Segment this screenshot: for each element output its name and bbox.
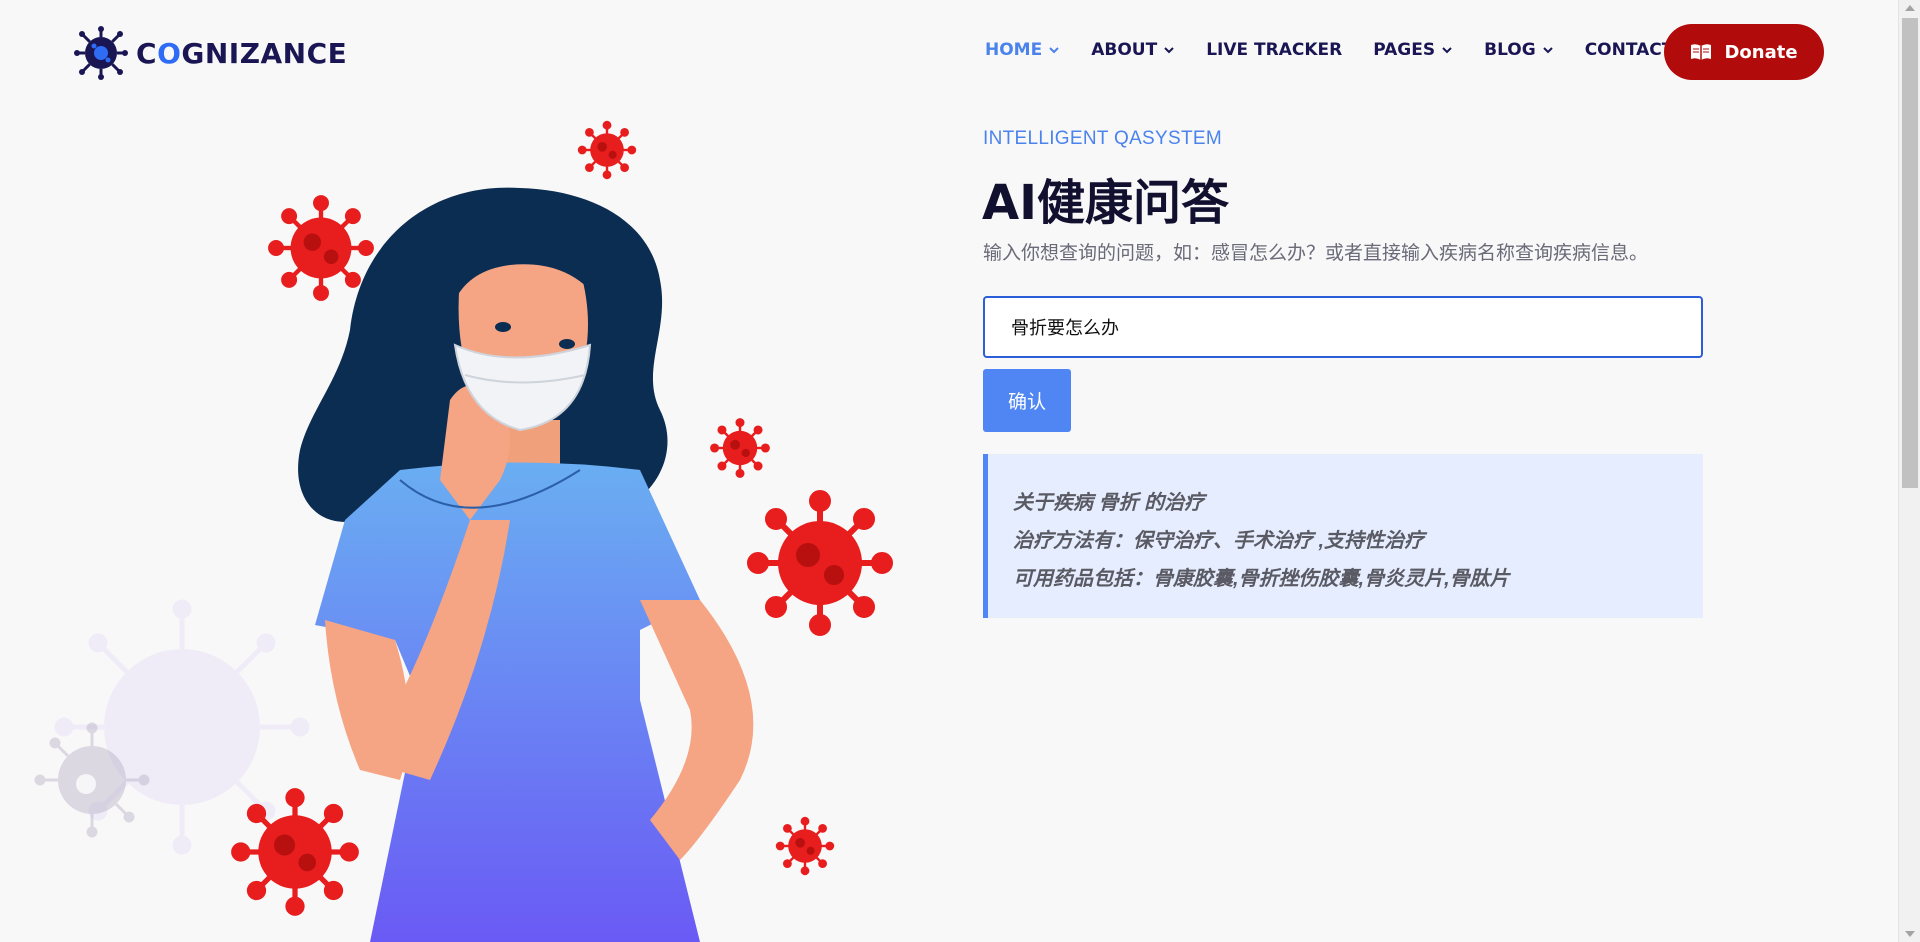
donate-label: Donate	[1724, 41, 1798, 63]
page-scrollbar[interactable]	[1898, 0, 1920, 942]
nav-about[interactable]: ABOUT	[1091, 40, 1175, 60]
scroll-down-icon[interactable]	[1905, 931, 1915, 937]
red-virus-5	[231, 788, 359, 916]
nav-live-tracker[interactable]: LIVE TRACKER	[1206, 40, 1342, 60]
nav-pages-label: PAGES	[1373, 40, 1436, 60]
brand-logo[interactable]: COGNIZANCE	[74, 26, 347, 80]
nav-contact[interactable]: CONTACT	[1585, 40, 1674, 60]
nav-contact-label: CONTACT	[1584, 40, 1674, 60]
chevron-down-icon	[1164, 47, 1174, 54]
answer-line: 关于疾病 骨折 的治疗	[1013, 492, 1205, 514]
red-virus-3	[710, 418, 770, 478]
hero-description: 输入你想查询的问题，如：感冒怎么办？或者直接输入疾病名称查询疾病信息。	[983, 243, 1649, 264]
confirm-button[interactable]: 确认	[983, 369, 1071, 432]
answer-line: 治疗方法有：保守治疗、手术治疗 ,支持性治疗	[1013, 530, 1425, 552]
scroll-up-icon[interactable]	[1905, 5, 1915, 11]
page-title: AI健康问答	[982, 175, 1230, 231]
brand-name: COGNIZANCE	[136, 36, 348, 70]
page: COGNIZANCE HOME ABOUT LIVE TRACKER PAGES…	[0, 0, 1898, 942]
hero-illustration	[34, 120, 893, 942]
nav-home[interactable]: HOME	[985, 40, 1060, 60]
question-input[interactable]	[983, 296, 1703, 358]
nav-blog-label: BLOG	[1484, 40, 1536, 60]
red-virus-4	[747, 490, 893, 636]
main-nav: HOME ABOUT LIVE TRACKER PAGES BLOG CONTA…	[985, 40, 1704, 60]
virus-logo-icon	[74, 26, 128, 80]
woman-figure	[298, 187, 754, 942]
answer-panel: 关于疾病 骨折 的治疗 治疗方法有：保守治疗、手术治疗 ,支持性治疗 可用药品包…	[983, 454, 1703, 618]
red-virus-6	[775, 816, 835, 876]
scrollbar-thumb[interactable]	[1902, 18, 1918, 488]
book-open-icon	[1691, 44, 1712, 60]
donate-button[interactable]: Donate	[1664, 24, 1824, 80]
nav-live-tracker-label: LIVE TRACKER	[1206, 40, 1343, 60]
red-virus-1	[577, 120, 637, 180]
nav-blog[interactable]: BLOG	[1484, 40, 1554, 60]
nav-pages[interactable]: PAGES	[1373, 40, 1453, 60]
chevron-down-icon	[1442, 47, 1452, 54]
chevron-down-icon	[1542, 47, 1553, 54]
answer-line: 可用药品包括：骨康胶囊,骨折挫伤胶囊,骨炎灵片,骨肽片	[1013, 568, 1510, 590]
red-virus-2	[268, 195, 374, 301]
chevron-down-icon	[1049, 47, 1059, 54]
nav-about-label: ABOUT	[1091, 40, 1158, 60]
hero-subtitle: INTELLIGENT QASYSTEM	[983, 128, 1222, 149]
nav-home-label: HOME	[985, 40, 1043, 60]
